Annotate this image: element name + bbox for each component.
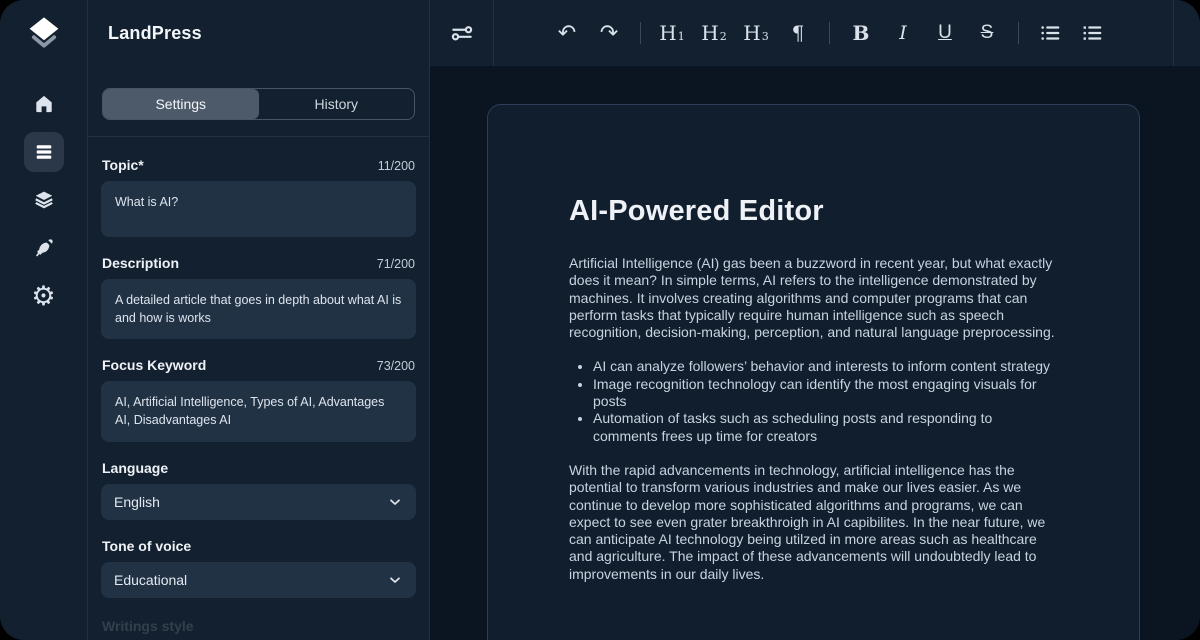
tab-group: Settings History <box>102 88 415 120</box>
description-input[interactable]: A detailed article that goes in depth ab… <box>101 279 416 339</box>
heading-3-button[interactable]: H3 <box>739 16 773 50</box>
focus-keyword-label: Focus Keyword <box>102 357 206 373</box>
underline-button[interactable]: U <box>928 16 962 50</box>
app-title: LandPress <box>108 23 202 44</box>
language-select[interactable]: English <box>101 484 416 520</box>
bullet-list-icon <box>1039 22 1061 44</box>
tabs-section: Settings History <box>88 66 429 137</box>
sidebar-item-home[interactable] <box>24 84 64 124</box>
toggle-settings-panel-button[interactable] <box>430 0 494 66</box>
paragraph-button[interactable]: ¶ <box>781 16 815 50</box>
tab-settings[interactable]: Settings <box>103 89 259 119</box>
description-counter: 71/200 <box>377 257 415 271</box>
editor-area: AI-Powered Editor Artificial Intelligenc… <box>430 66 1200 640</box>
bold-button[interactable]: B <box>844 16 878 50</box>
chevron-down-icon <box>387 572 403 588</box>
sidebar-item-content[interactable] <box>24 132 64 172</box>
settings-panel: Settings History Topic* 11/200 What is A… <box>88 66 430 640</box>
rocket-icon <box>33 237 55 259</box>
ordered-list-icon <box>1081 22 1103 44</box>
brand-cell: LandPress <box>88 0 430 66</box>
logo[interactable] <box>0 0 88 66</box>
topic-label: Topic* <box>102 157 144 173</box>
settings-form: Topic* 11/200 What is AI? Description 71… <box>88 137 429 640</box>
sliders-icon <box>449 20 475 46</box>
chevron-down-icon <box>387 494 403 510</box>
list-item[interactable]: Image recognition technology can identif… <box>593 376 1059 411</box>
landpress-logo-icon <box>24 15 64 51</box>
toolbar-divider <box>640 22 641 44</box>
focus-keyword-input[interactable]: AI, Artificial Intelligence, Types of AI… <box>101 381 416 441</box>
sidebar-item-layers[interactable] <box>24 180 64 220</box>
document-paragraph[interactable]: Artificial Intelligence (AI) gas been a … <box>569 255 1059 341</box>
bullet-list-button[interactable] <box>1033 16 1067 50</box>
list-item[interactable]: Automation of tasks such as scheduling p… <box>593 410 1059 445</box>
document-bullet-list: AI can analyze followers’ behavior and i… <box>569 358 1059 444</box>
sidebar-item-rocket[interactable] <box>24 228 64 268</box>
home-icon <box>33 93 55 115</box>
sidebar-rail: ⚙ <box>0 66 88 640</box>
topic-counter: 11/200 <box>378 159 415 173</box>
content-rows-icon <box>33 141 55 163</box>
tone-of-voice-select[interactable]: Educational <box>101 562 416 598</box>
writings-style-label: Writings style <box>102 618 415 634</box>
heading-2-button[interactable]: H2 <box>697 16 731 50</box>
undo-button[interactable]: ↶ <box>550 16 584 50</box>
focus-keyword-counter: 73/200 <box>377 359 415 373</box>
toolbar-divider <box>1018 22 1019 44</box>
body: ⚙ Settings History Topic* 11/200 What is… <box>0 66 1200 640</box>
document-card[interactable]: AI-Powered Editor Artificial Intelligenc… <box>487 104 1140 640</box>
layers-icon <box>33 189 55 211</box>
description-label: Description <box>102 255 179 271</box>
header: LandPress ↶ ↷ H1 H2 H3 ¶ B I U S <box>0 0 1200 66</box>
toolbar-divider <box>829 22 830 44</box>
language-value: English <box>114 494 160 510</box>
language-label: Language <box>102 460 168 476</box>
tab-history[interactable]: History <box>259 89 415 119</box>
redo-button[interactable]: ↷ <box>592 16 626 50</box>
tone-of-voice-value: Educational <box>114 572 187 588</box>
gear-icon: ⚙ <box>31 283 55 310</box>
document-paragraph[interactable]: With the rapid advancements in technolog… <box>569 462 1059 583</box>
heading-1-button[interactable]: H1 <box>655 16 689 50</box>
ordered-list-button[interactable] <box>1075 16 1109 50</box>
tone-of-voice-label: Tone of voice <box>102 538 191 554</box>
list-item[interactable]: AI can analyze followers’ behavior and i… <box>593 358 1059 375</box>
document-title[interactable]: AI-Powered Editor <box>569 195 1059 228</box>
italic-button[interactable]: I <box>886 16 920 50</box>
topic-input[interactable]: What is AI? <box>101 181 416 237</box>
app-window: LandPress ↶ ↷ H1 H2 H3 ¶ B I U S <box>0 0 1200 640</box>
strikethrough-button[interactable]: S <box>970 16 1004 50</box>
editor-toolbar: ↶ ↷ H1 H2 H3 ¶ B I U S <box>494 0 1174 66</box>
sidebar-item-settings[interactable]: ⚙ <box>24 276 64 316</box>
